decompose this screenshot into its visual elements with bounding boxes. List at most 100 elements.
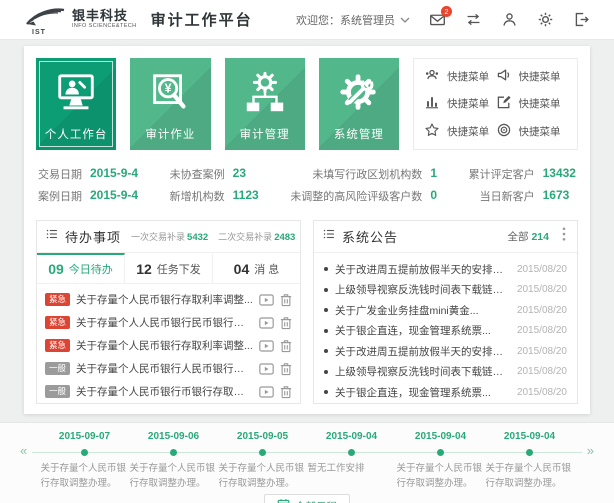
all-schedule-button[interactable]: 全部日程 — [264, 494, 350, 503]
announcement-item[interactable]: 关于改进周五提前放假半天的安排通知... 2015/08/20 — [324, 341, 567, 362]
timeline-event[interactable]: 2015-09-06 关于存量个人民币银行存取调整办理。 — [129, 431, 218, 492]
announcement-panel-title: 系统公告 — [342, 227, 398, 246]
todo-item[interactable]: 紧急 关于存量个人人民币银行民币银行存取利率调整... — [45, 311, 292, 334]
nav-card-personal-workbench[interactable]: 个人工作台 — [36, 58, 116, 150]
tab-today-todo[interactable]: 09 今日待办 — [37, 253, 125, 283]
timeline-dot — [348, 449, 355, 456]
forward-icon[interactable] — [259, 363, 274, 375]
announcement-date: 2015/08/20 — [517, 325, 567, 336]
forward-icon[interactable] — [259, 294, 274, 306]
page-title: 审计工作平台 — [151, 9, 253, 30]
announcement-item[interactable]: 关于改进周五提前放假半天的安排通知... 2015/08/20 — [324, 259, 567, 280]
todo-item-title: 关于存量个人民币银行币银行存取利率调整... — [76, 384, 253, 399]
star-icon — [424, 122, 440, 141]
timeline-dot — [437, 449, 444, 456]
user-menu[interactable]: 欢迎您：系统管理员 — [296, 12, 410, 28]
announcement-item[interactable]: 上级领导视察反洗钱时间表下载链接... 2015/08/20 — [324, 280, 567, 301]
mail-button[interactable]: 2 — [428, 11, 446, 29]
target-icon — [496, 122, 512, 141]
more-vert-icon[interactable] — [559, 225, 569, 248]
announcement-date: 2015/08/20 — [517, 284, 567, 295]
quick-menu-item-report[interactable]: 快捷菜单 — [424, 94, 495, 113]
workbench-monitor-icon — [36, 70, 116, 116]
calendar-icon — [277, 498, 290, 503]
audit-search-icon: ¥ — [130, 70, 210, 116]
tab-task-dispatch[interactable]: 12 任务下发 — [125, 253, 213, 283]
announcement-date: 2015/08/20 — [517, 264, 567, 275]
nav-card-system-management[interactable]: 系统管理 — [319, 58, 399, 150]
todo-item[interactable]: 紧急 关于存量个人民币银行存取利率调整... — [45, 288, 292, 311]
delete-icon[interactable] — [280, 316, 292, 330]
announcement-panel: 系统公告 全部 214 关于改进周五提前放假半天的安排通知... 2015/08… — [313, 220, 578, 404]
stat-value: 23 — [233, 166, 259, 182]
todo-list: 紧急 关于存量个人民币银行存取利率调整... 紧急 关于存量个人人民币银行民币银… — [37, 284, 300, 404]
timeline-prev-arrow[interactable]: « — [20, 444, 27, 457]
delete-icon[interactable] — [280, 385, 292, 399]
quick-menu-item-edit[interactable]: 快捷菜单 — [496, 94, 567, 113]
announcement-date: 2015/08/20 — [517, 346, 567, 357]
announcement-item[interactable]: 关于广发金业务挂盘mini黄金... 2015/08/20 — [324, 300, 567, 321]
tab-messages[interactable]: 04 消 息 — [213, 253, 300, 283]
quick-menu-panel: 快捷菜单 快捷菜单 快捷菜单 快捷菜单 快捷菜单 快捷菜单 — [413, 58, 578, 150]
nav-card-audit-management[interactable]: 审计管理 — [225, 58, 305, 150]
stat-value: 1 — [430, 166, 437, 182]
timeline-event[interactable]: 2015-09-07 关于存量个人民币银行存取调整办理。 — [40, 431, 129, 492]
announcement-title: 关于改进周五提前放假半天的安排通知... — [335, 262, 510, 277]
logout-button[interactable] — [572, 11, 590, 29]
stats-bar: 交易日期 2015-9-4 案例日期 2015-9-4 未协查案例 23 新增机… — [36, 166, 578, 206]
timeline-event[interactable]: 2015-09-05 关于存量个人民币银行存取调整办理。 — [218, 431, 307, 492]
stat-label: 累计评定客户 — [469, 166, 535, 182]
company-subtitle: INFO SCIENCE&TECH — [72, 24, 137, 30]
timeline-event[interactable]: 2015-09-04 关于存量个人民币银行存取调整办理。 — [485, 431, 574, 492]
audit-manage-icon — [225, 70, 305, 116]
stat-label: 未填写行政区划机构数 — [290, 166, 422, 182]
forward-icon[interactable] — [259, 340, 274, 352]
view-all-link[interactable]: 全部 214 — [508, 229, 549, 244]
system-manage-icon — [319, 70, 399, 116]
timeline-event[interactable]: 2015-09-04 关于存量个人民币银行存取调整办理。 — [396, 431, 485, 492]
quick-menu-item-favorite[interactable]: 快捷菜单 — [424, 122, 495, 141]
settings-button[interactable] — [536, 11, 554, 29]
announcement-title: 关于改进周五提前放假半天的安排通知... — [335, 344, 510, 359]
timeline-event-date: 2015-09-04 — [504, 431, 555, 446]
timeline-event-date: 2015-09-04 — [415, 431, 466, 446]
todo-item[interactable]: 紧急 关于存量个人民币银行存取利率调整... — [45, 334, 292, 357]
stat-value: 2015-9-4 — [90, 188, 138, 204]
delete-icon[interactable] — [280, 339, 292, 353]
announcement-date: 2015/08/20 — [517, 366, 567, 377]
counter-second-entry: 二次交易补录2483 — [218, 230, 295, 243]
bullet-icon — [324, 308, 328, 312]
delete-icon[interactable] — [280, 293, 292, 307]
bullet-icon — [324, 329, 328, 333]
list-icon — [322, 227, 336, 246]
timeline-next-arrow[interactable]: » — [587, 444, 594, 457]
quick-menu-item-users[interactable]: 快捷菜单 — [424, 67, 495, 86]
nav-card-audit-operations[interactable]: ¥ 审计作业 — [130, 58, 210, 150]
forward-icon[interactable] — [259, 386, 274, 398]
company-name: 银丰科技 — [72, 9, 137, 22]
user-button[interactable] — [500, 11, 518, 29]
quick-menu-item-announce[interactable]: 快捷菜单 — [496, 67, 567, 86]
main-panel: 个人工作台 ¥ 审计作业 — [24, 46, 590, 414]
todo-item[interactable]: 一般 关于存量个人民币银行人民币银行存取利率调整... — [45, 357, 292, 380]
schedule-timeline-section: « 2015-09-07 关于存量个人民币银行存取调整办理。 2015-09-0… — [0, 422, 614, 503]
timeline-event-text: 暂无工作安排 — [308, 462, 396, 492]
todo-item[interactable]: 一般 关于存量个人民币银行币银行存取利率调整... — [45, 380, 292, 403]
delete-icon[interactable] — [280, 362, 292, 376]
timeline-event-text: 关于存量个人民币银行存取调整办理。 — [486, 462, 574, 492]
app-header: IST 银丰科技 INFO SCIENCE&TECH 审计工作平台 欢迎您：系统… — [0, 0, 614, 40]
stat-value: 0 — [430, 188, 437, 204]
timeline-event[interactable]: 2015-09-04 暂无工作安排 — [307, 431, 396, 492]
stat-label: 未协查案例 — [170, 166, 225, 182]
announcement-item[interactable]: 关于银企直连，现金管理系统票... 2015/08/20 — [324, 382, 567, 403]
priority-badge: 紧急 — [45, 339, 70, 351]
swap-button[interactable] — [464, 11, 482, 29]
announcement-date: 2015/08/20 — [517, 387, 567, 398]
announcement-date: 2015/08/20 — [517, 305, 567, 316]
announcement-item[interactable]: 上级领导视察反洗钱时间表下载链接... 2015/08/20 — [324, 362, 567, 383]
bullet-icon — [324, 267, 328, 271]
quick-menu-item-target[interactable]: 快捷菜单 — [496, 122, 567, 141]
forward-icon[interactable] — [259, 317, 274, 329]
timeline-event-text: 关于存量个人民币银行存取调整办理。 — [219, 462, 307, 492]
announcement-item[interactable]: 关于银企直连，现金管理系统票... 2015/08/20 — [324, 321, 567, 342]
